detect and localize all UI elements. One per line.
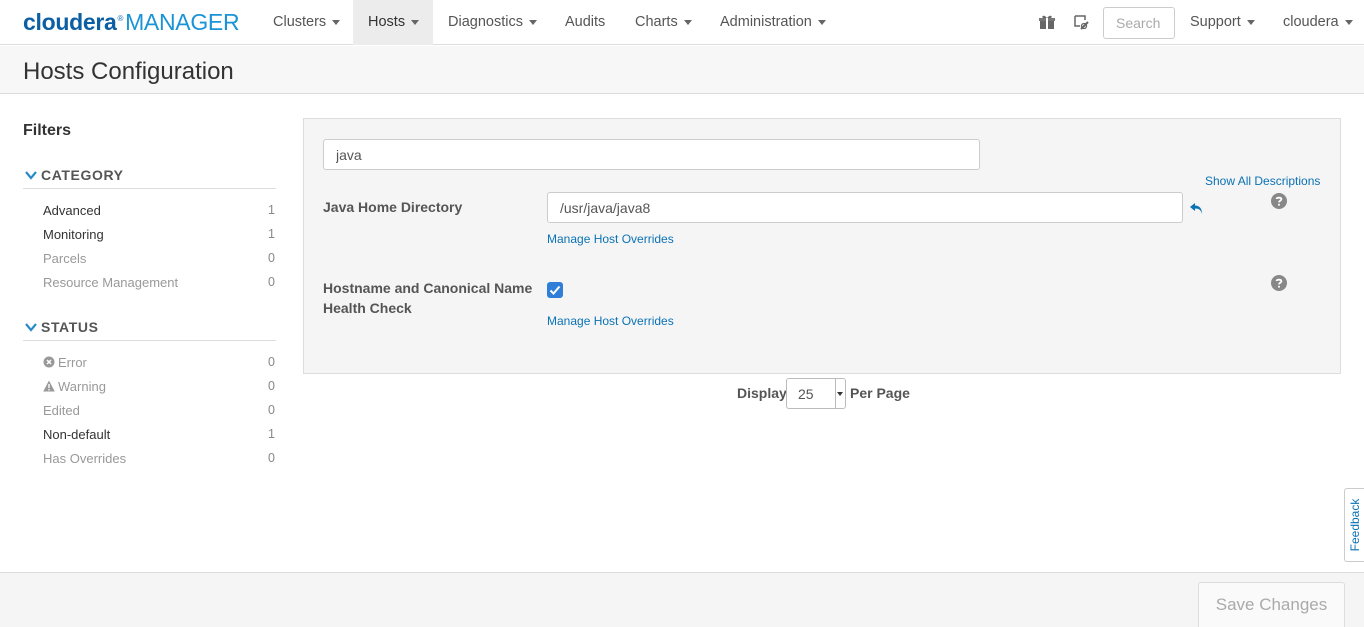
page-title: Hosts Configuration bbox=[23, 58, 234, 85]
gift-icon[interactable] bbox=[1038, 13, 1056, 31]
chevron-down-icon bbox=[837, 392, 843, 396]
status-section-toggle[interactable]: STATUS bbox=[23, 319, 276, 341]
nav-support[interactable]: Support bbox=[1180, 0, 1270, 45]
nav-user-menu[interactable]: cloudera bbox=[1273, 0, 1364, 45]
help-icon[interactable] bbox=[1271, 193, 1287, 209]
chevron-down-icon bbox=[683, 19, 692, 25]
help-icon[interactable] bbox=[1271, 275, 1287, 291]
per-page-label: Per Page bbox=[850, 385, 910, 401]
page-header: Hosts Configuration bbox=[0, 46, 1364, 94]
show-all-descriptions-link[interactable]: Show All Descriptions bbox=[1205, 174, 1320, 188]
hostname-health-check-checkbox[interactable] bbox=[547, 282, 563, 298]
filter-status-warning[interactable]: Warning 0 bbox=[43, 379, 276, 397]
chevron-down-icon bbox=[1344, 19, 1353, 25]
footer-bar: Save Changes bbox=[0, 572, 1364, 627]
config-panel: Show All Descriptions Java Home Director… bbox=[303, 118, 1341, 374]
filter-category-resource-management[interactable]: Resource Management 0 bbox=[43, 275, 276, 293]
manage-host-overrides-link[interactable]: Manage Host Overrides bbox=[547, 232, 674, 246]
chevron-down-icon bbox=[1246, 19, 1255, 25]
nav-clusters[interactable]: Clusters bbox=[260, 0, 353, 45]
search-input[interactable] bbox=[1103, 7, 1175, 39]
java-home-directory-label: Java Home Directory bbox=[323, 199, 463, 215]
filter-status-has-overrides[interactable]: Has Overrides 0 bbox=[43, 451, 276, 469]
chevron-down-icon bbox=[528, 19, 537, 25]
filters-title: Filters bbox=[23, 122, 72, 139]
logo-brand: cloudera bbox=[23, 9, 117, 35]
chevron-down-icon bbox=[25, 323, 37, 332]
save-changes-button[interactable]: Save Changes bbox=[1198, 582, 1345, 627]
error-icon bbox=[43, 356, 55, 368]
per-page-select[interactable]: 25 bbox=[786, 378, 846, 409]
filter-category-advanced[interactable]: Advanced 1 bbox=[43, 203, 276, 221]
display-label: Display bbox=[737, 385, 787, 401]
logo-product: MANAGER bbox=[125, 9, 240, 35]
wizard-icon[interactable] bbox=[1072, 13, 1090, 31]
undo-icon[interactable] bbox=[1189, 200, 1205, 216]
nav-charts[interactable]: Charts bbox=[620, 0, 705, 45]
hostname-health-check-label: Hostname and Canonical Name Health Check bbox=[323, 280, 533, 316]
chevron-down-icon bbox=[332, 19, 341, 25]
nav-diagnostics[interactable]: Diagnostics bbox=[433, 0, 550, 45]
nav-audits[interactable]: Audits bbox=[550, 0, 620, 45]
chevron-down-icon bbox=[25, 171, 37, 180]
chevron-down-icon bbox=[817, 19, 826, 25]
chevron-down-icon bbox=[411, 19, 420, 25]
filter-status-error[interactable]: Error 0 bbox=[43, 355, 276, 373]
filter-status-non-default[interactable]: Non-default 1 bbox=[43, 427, 276, 445]
manage-host-overrides-link[interactable]: Manage Host Overrides bbox=[547, 314, 674, 328]
top-navbar: cloudera®MANAGER Clusters Hosts Diagnost… bbox=[0, 0, 1364, 45]
feedback-tab[interactable]: Feedback bbox=[1344, 488, 1364, 562]
warning-icon bbox=[43, 380, 55, 392]
config-filter-input[interactable] bbox=[323, 139, 980, 170]
cloudera-manager-logo[interactable]: cloudera®MANAGER bbox=[23, 9, 240, 36]
filter-status-edited[interactable]: Edited 0 bbox=[43, 403, 276, 421]
nav-hosts[interactable]: Hosts bbox=[353, 0, 433, 45]
filter-category-monitoring[interactable]: Monitoring 1 bbox=[43, 227, 276, 245]
nav-administration[interactable]: Administration bbox=[705, 0, 840, 45]
check-icon bbox=[549, 285, 561, 295]
java-home-directory-input[interactable] bbox=[547, 192, 1183, 223]
filter-category-parcels[interactable]: Parcels 0 bbox=[43, 251, 276, 269]
category-section-toggle[interactable]: CATEGORY bbox=[23, 167, 276, 189]
